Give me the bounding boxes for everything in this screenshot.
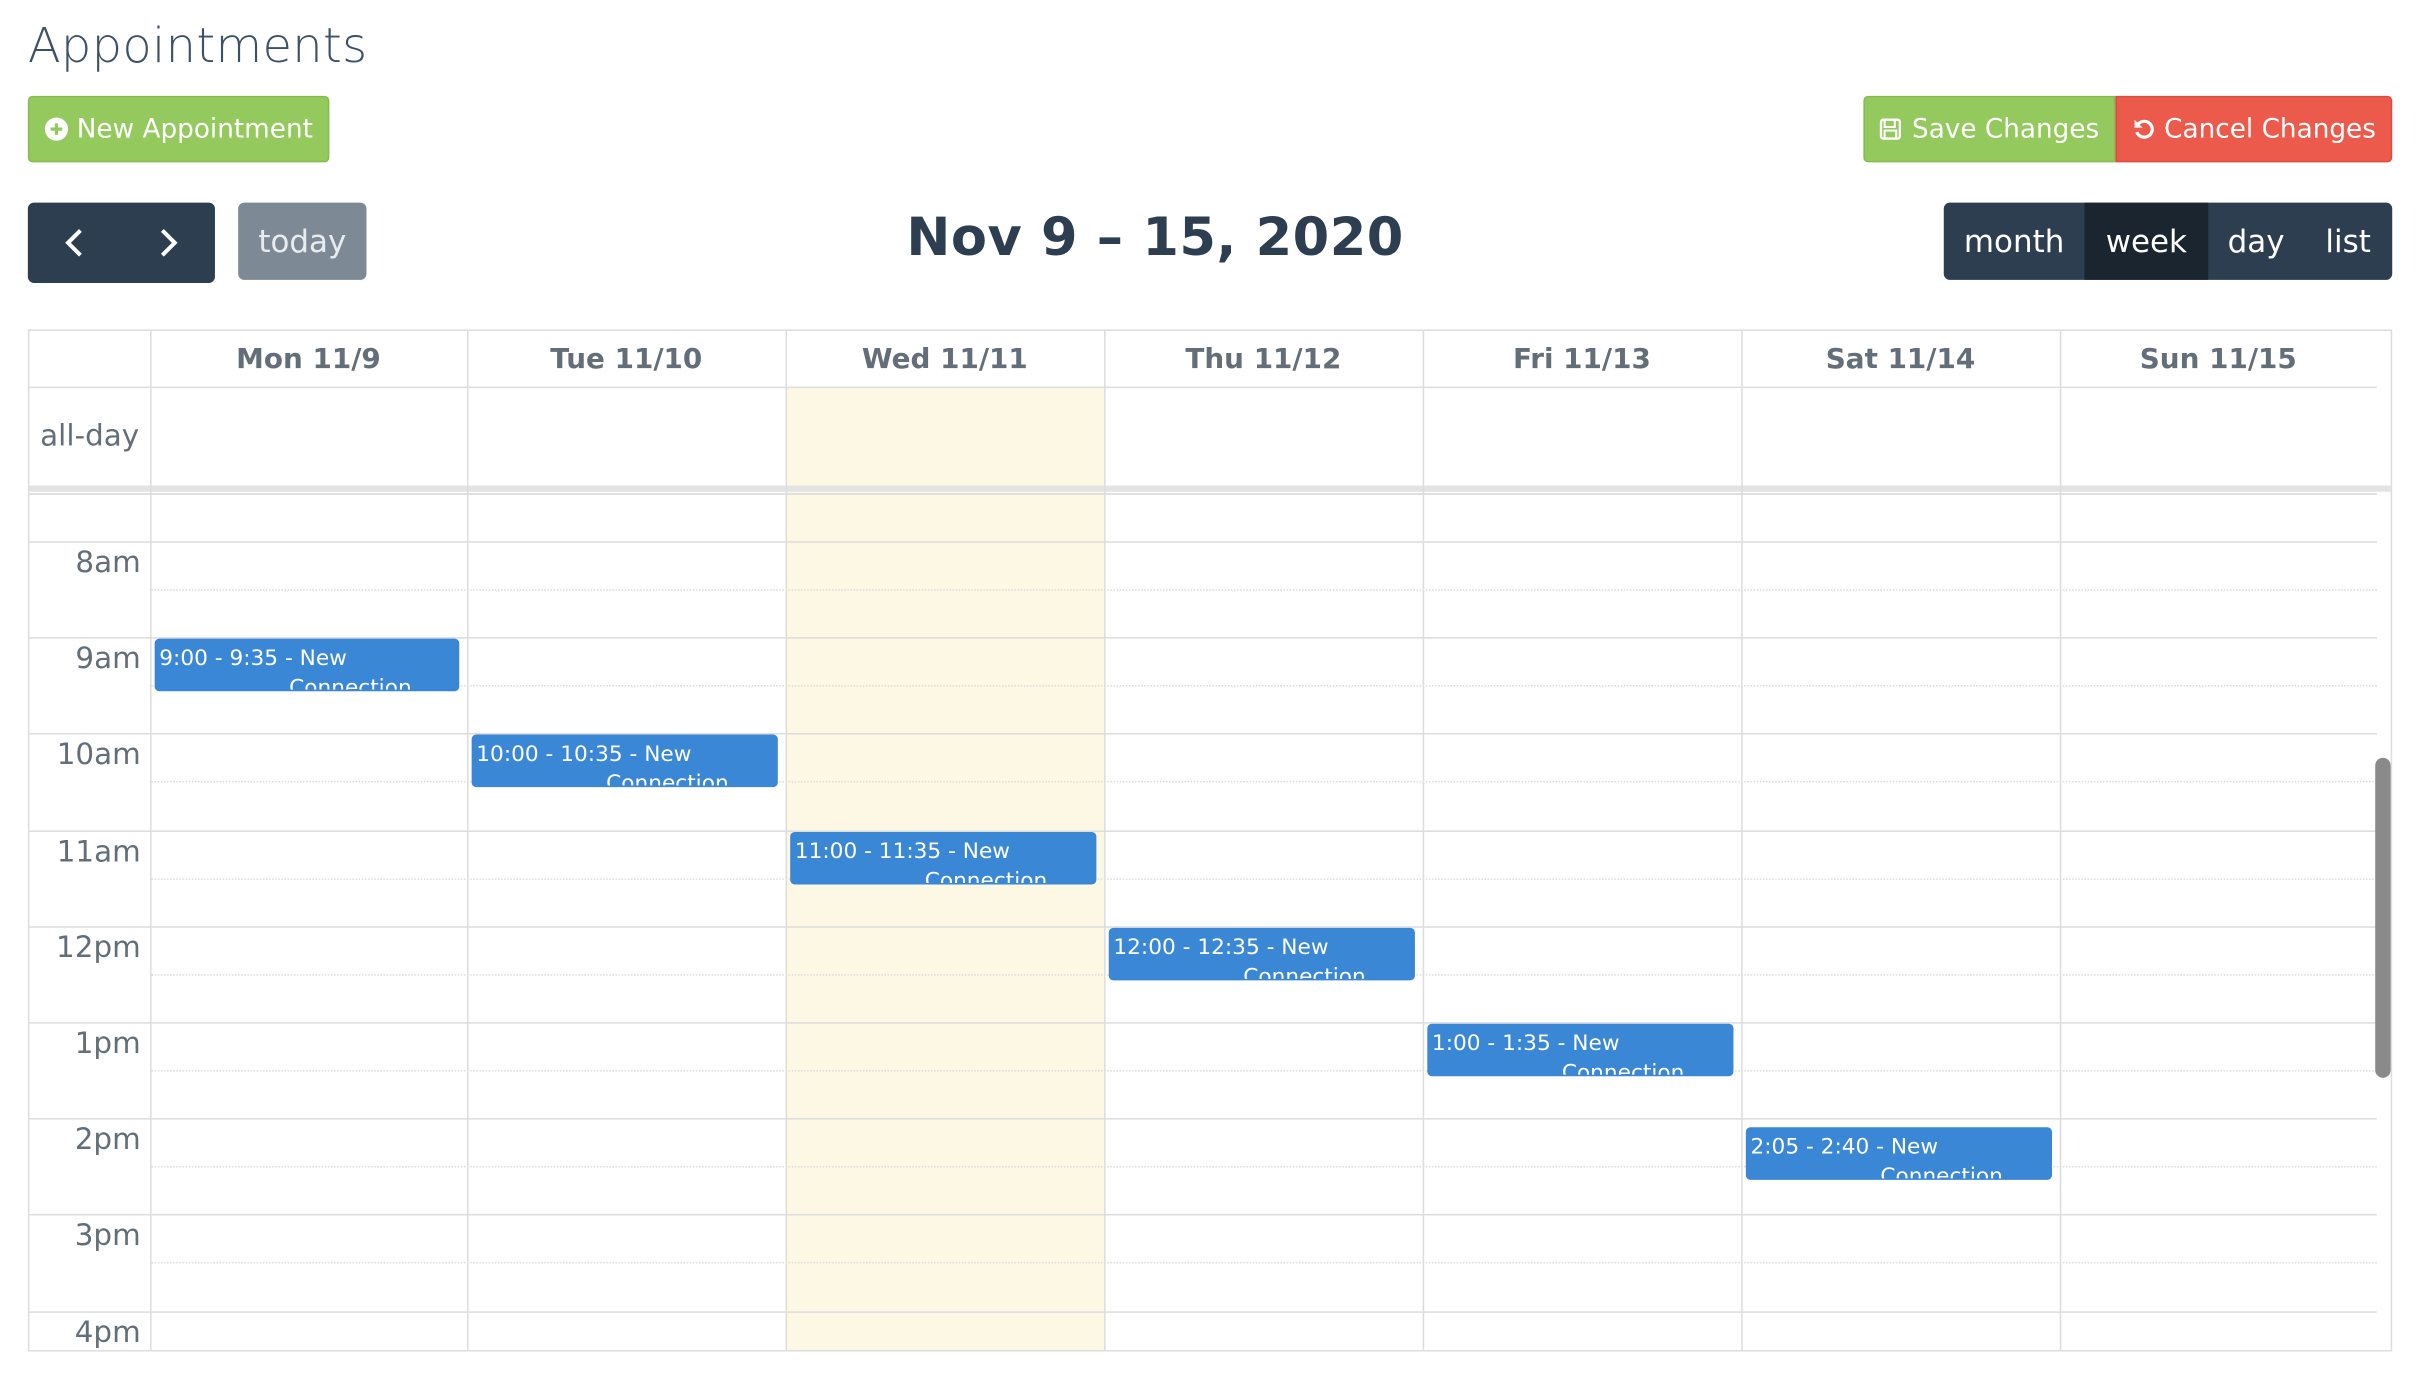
time-label: 9am — [75, 641, 141, 676]
day-column-line — [2059, 330, 2062, 1350]
day-column-line — [785, 330, 788, 1350]
day-header[interactable]: Thu 11/12 — [1104, 331, 1423, 387]
new-appointment-button[interactable]: New Appointment — [27, 95, 330, 163]
next-week-button[interactable] — [121, 203, 215, 283]
calendar-inner: 8am 9am 10am 11am 12pm 1pm 2pm 3pm 4pm Mon 11/9 Tu… — [29, 330, 2391, 1350]
day-column-line — [467, 330, 469, 1350]
event-block[interactable]: 11:00 - 11:35 - New Connection — [790, 831, 1097, 884]
event-time-label: 10:00 - 10:35 - New — [476, 742, 692, 768]
chevron-left-icon — [65, 228, 83, 257]
chevron-right-icon — [160, 228, 178, 257]
half-hour-line — [149, 589, 2377, 591]
event-block[interactable]: 12:00 - 12:35 - New Connection — [1108, 927, 1415, 981]
day-column-line — [1422, 330, 1425, 1350]
day-header[interactable]: Tue 11/10 — [467, 331, 786, 387]
half-hour-line — [149, 1261, 2377, 1264]
view-week-button[interactable]: week — [2084, 202, 2209, 280]
hour-line — [29, 1213, 2377, 1216]
half-hour-line — [149, 1070, 2377, 1072]
day-header[interactable]: Fri 11/13 — [1423, 331, 1742, 387]
event-title-label: Connection — [1880, 1164, 2003, 1181]
event-title-label: Connection — [924, 868, 1048, 884]
view-day-button[interactable]: day — [2208, 203, 2304, 280]
view-list-button[interactable]: list — [2304, 203, 2392, 280]
hour-line — [29, 1118, 2377, 1120]
view-switcher: month week day list — [1943, 202, 2393, 280]
date-range-title: Nov 9 – 15, 2020 — [906, 207, 1404, 270]
plus-circle-icon — [44, 117, 68, 141]
day-column-line — [149, 330, 152, 1350]
undo-icon — [2133, 119, 2154, 139]
save-icon — [1880, 118, 1902, 140]
allday-divider — [29, 485, 2391, 492]
hour-line — [29, 1022, 2377, 1024]
hour-line — [29, 1311, 2377, 1313]
event-block[interactable]: 10:00 - 10:35 - New Connection — [471, 735, 778, 788]
day-header[interactable]: Wed 11/11 — [786, 331, 1105, 387]
hour-line — [29, 541, 2377, 543]
new-appointment-label: New Appointment — [76, 113, 313, 145]
event-title-label: Connection — [1561, 1060, 1685, 1077]
time-label: 4pm — [74, 1315, 141, 1350]
event-time-label: 12:00 - 12:35 - New — [1113, 935, 1329, 960]
header-divider — [29, 386, 2377, 389]
event-title-label: Connection — [1243, 964, 1366, 981]
scrollbar-thumb[interactable] — [2375, 757, 2391, 1078]
hour-line — [29, 830, 2377, 832]
event-block[interactable]: 9:00 - 9:35 - New Connection — [154, 638, 460, 692]
time-label: 11am — [56, 835, 141, 870]
event-time-label: 11:00 - 11:35 - New — [794, 839, 1010, 864]
event-title-label: Connection — [289, 676, 412, 692]
time-label: 12pm — [56, 930, 141, 965]
half-hour-line — [149, 878, 2377, 880]
hour-line — [29, 732, 2377, 735]
cancel-changes-button[interactable]: Cancel Changes — [2115, 95, 2393, 163]
allday-label: all-day — [40, 419, 140, 454]
save-changes-label: Save Changes — [1912, 113, 2100, 145]
today-button[interactable]: today — [238, 202, 367, 280]
event-block[interactable]: 2:05 - 2:40 - New Connection — [1745, 1127, 2053, 1181]
cancel-changes-label: Cancel Changes — [2164, 113, 2376, 145]
time-label: 3pm — [74, 1218, 141, 1253]
prev-week-button[interactable] — [28, 203, 122, 283]
time-label: 2pm — [74, 1122, 141, 1157]
day-column-line — [1104, 330, 1106, 1350]
event-time-label: 1:00 - 1:35 - New — [1431, 1031, 1620, 1057]
day-header[interactable]: Sun 11/15 — [2060, 331, 2377, 387]
page-title: Appointments — [27, 18, 368, 75]
event-time-label: 2:05 - 2:40 - New — [1750, 1135, 1939, 1161]
day-column-line — [1741, 330, 1743, 1350]
view-month-button[interactable]: month — [1944, 203, 2085, 280]
hour-line-7-30 — [29, 493, 2377, 495]
save-changes-button[interactable]: Save Changes — [1863, 95, 2116, 163]
nav-button-group — [27, 202, 215, 283]
event-time-label: 9:00 - 9:35 - New — [159, 646, 347, 672]
day-header[interactable]: Mon 11/9 — [150, 331, 467, 387]
event-title-label: Connection — [606, 772, 729, 788]
event-block[interactable]: 1:00 - 1:35 - New Connection — [1427, 1023, 1734, 1077]
time-label: 10am — [56, 737, 141, 772]
day-header[interactable]: Sat 11/14 — [1741, 331, 2060, 387]
half-hour-line — [149, 685, 2377, 687]
time-label: 8am — [75, 545, 141, 580]
time-label: 1pm — [74, 1026, 141, 1061]
calendar-grid: 8am 9am 10am 11am 12pm 1pm 2pm 3pm 4pm Mon 11/9 Tu… — [27, 329, 2393, 1352]
